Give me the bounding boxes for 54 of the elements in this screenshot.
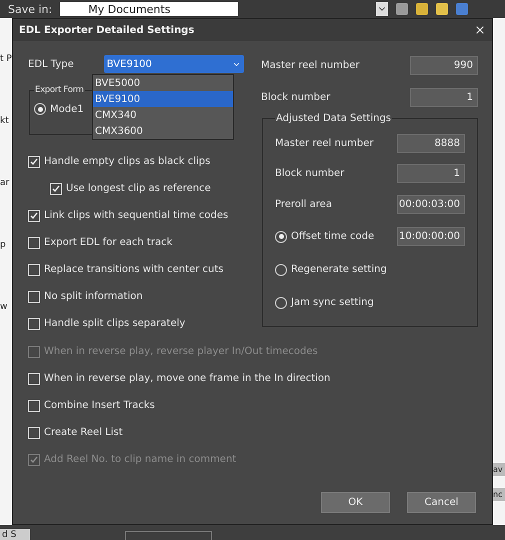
- menu-item[interactable]: BVE5000: [93, 75, 233, 91]
- checkbox-label: Handle empty clips as black clips: [44, 156, 210, 167]
- checkbox-label: Combine Insert Tracks: [44, 400, 155, 411]
- field-label: Block number: [261, 92, 330, 102]
- field-label: EDL Type: [28, 58, 74, 70]
- input-field[interactable]: 00:00:03:00: [397, 195, 465, 214]
- radio-label: Offset time code: [291, 231, 374, 242]
- group-title: Export Form: [34, 85, 85, 95]
- save-in-label: Save in:: [8, 2, 52, 16]
- checkbox-label: Create Reel List: [44, 427, 123, 438]
- checkbox-label: Add Reel No. to clip name in comment: [44, 454, 236, 465]
- radio-label: Regenerate setting: [291, 264, 387, 275]
- checkbox-label: Handle split clips separately: [44, 318, 186, 329]
- location-field[interactable]: My Documents: [60, 2, 238, 16]
- checkbox-label: When in reverse play, reverse player In/Out timecodes: [44, 346, 318, 357]
- background-text: t P: [0, 54, 12, 64]
- menu-item[interactable]: CMX340: [93, 107, 233, 123]
- field-label: Preroll area: [275, 199, 332, 210]
- field-label: Block number: [275, 168, 344, 179]
- input-field[interactable]: 10:00:00:00: [397, 227, 465, 246]
- input-field[interactable]: 1: [410, 88, 478, 106]
- radio-button[interactable]: [34, 103, 46, 115]
- radio-label: Mode1: [50, 104, 84, 114]
- checkbox-label: No split information: [44, 291, 143, 302]
- background-text: w: [0, 302, 8, 312]
- checkbox-label: Use longest clip as reference: [66, 183, 211, 194]
- field-label: Master reel number: [261, 60, 360, 70]
- menu-item[interactable]: CMX3600: [93, 123, 233, 139]
- input-field[interactable]: 1: [397, 164, 465, 183]
- menu-item[interactable]: BVE9100: [93, 91, 233, 107]
- background-text: p: [0, 240, 7, 250]
- input-field[interactable]: 8888: [397, 134, 465, 152]
- edl-type-select[interactable]: BVE9100: [104, 55, 244, 73]
- background-text: ar: [0, 178, 10, 188]
- dialog-title: EDL Exporter Detailed Settings: [19, 24, 194, 36]
- group-title: Adjusted Data Settings: [275, 113, 392, 124]
- background-button[interactable]: nc: [493, 488, 505, 501]
- checkbox-label: When in reverse play, move one frame in the In direction: [44, 373, 330, 384]
- background-text: kt: [0, 116, 10, 126]
- cancel-button[interactable]: Cancel: [407, 492, 476, 513]
- close-icon[interactable]: [474, 24, 486, 36]
- checkbox-label: Link clips with sequential time codes: [44, 210, 228, 221]
- field-label: Master reel number: [275, 138, 374, 148]
- checkbox-label: Replace transitions with center cuts: [44, 264, 224, 275]
- radio-button[interactable]: [275, 264, 287, 276]
- dropdown-icon[interactable]: [376, 2, 388, 16]
- radio-button[interactable]: [275, 296, 287, 308]
- radio-label: Jam sync setting: [291, 297, 374, 308]
- radio-button[interactable]: [275, 230, 287, 242]
- ok-button[interactable]: OK: [321, 492, 390, 513]
- input-field[interactable]: 990: [410, 56, 478, 74]
- background-button[interactable]: d S: [0, 529, 30, 540]
- checkbox-label: Export EDL for each track: [44, 237, 172, 248]
- background-button[interactable]: av: [493, 463, 505, 476]
